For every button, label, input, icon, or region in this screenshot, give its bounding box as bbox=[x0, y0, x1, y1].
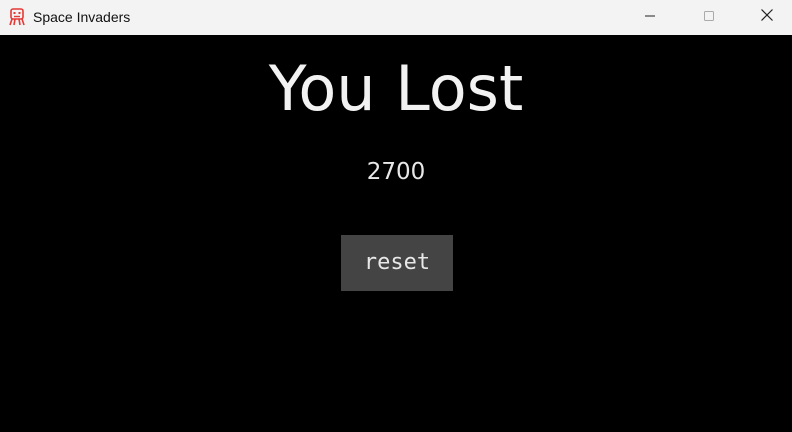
game-canvas: You Lost 2700 reset bbox=[0, 35, 792, 432]
maximize-icon bbox=[703, 7, 715, 26]
minimize-icon bbox=[644, 7, 656, 26]
title-bar[interactable]: Space Invaders bbox=[0, 0, 792, 35]
close-button[interactable] bbox=[744, 0, 790, 32]
window-title: Space Invaders bbox=[33, 9, 131, 25]
minimize-button[interactable] bbox=[627, 0, 673, 32]
game-over-title: You Lost bbox=[268, 52, 524, 125]
close-icon bbox=[760, 7, 774, 26]
reset-button[interactable]: reset bbox=[341, 235, 453, 291]
score-display: 2700 bbox=[366, 159, 426, 185]
maximize-button[interactable] bbox=[686, 0, 732, 32]
space-invader-robot-icon bbox=[7, 7, 27, 27]
app-window: Space Invaders You Lost 2700 reset bbox=[0, 0, 792, 432]
